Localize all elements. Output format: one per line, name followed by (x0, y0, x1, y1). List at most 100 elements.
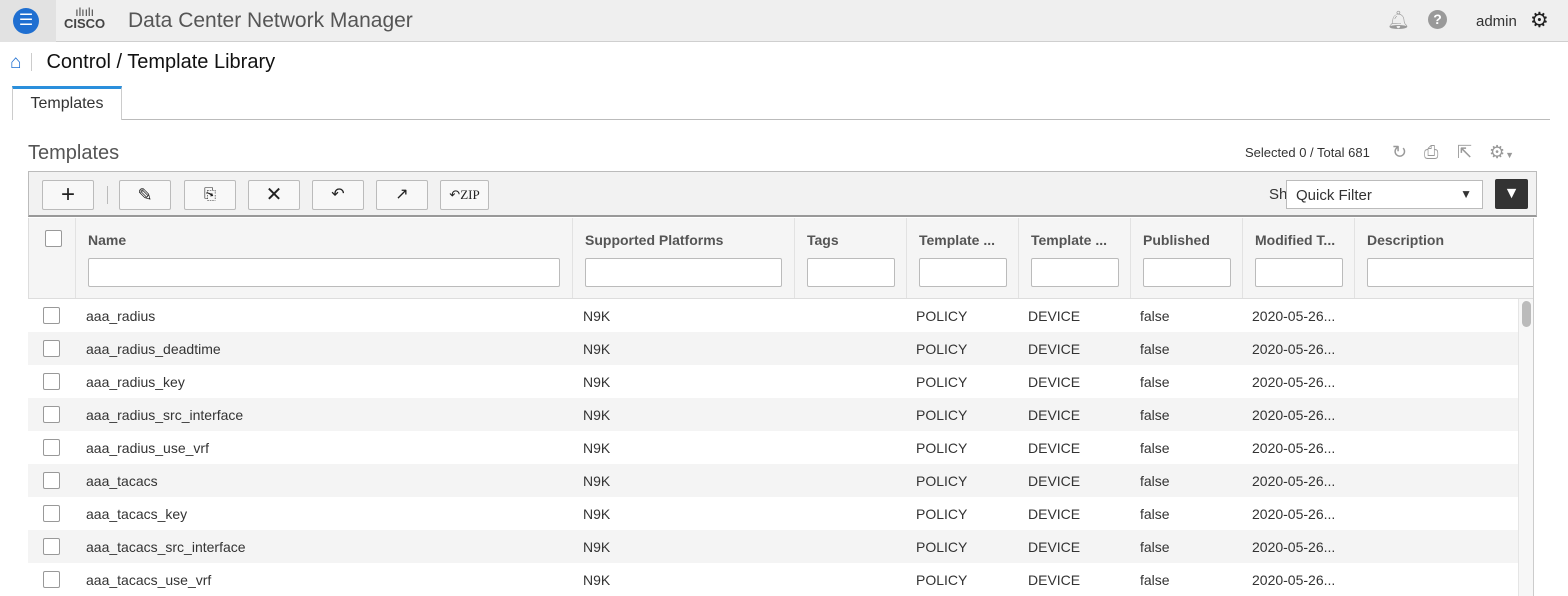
cell-name: aaa_radius_key (86, 374, 185, 390)
row-checkbox[interactable] (43, 340, 60, 357)
table-header: Name Supported Platforms Tags Template .… (28, 218, 1533, 299)
column-published: Published (1131, 218, 1243, 298)
column-template-subtype: Template ... (1019, 218, 1131, 298)
description-filter-input[interactable] (1367, 258, 1534, 287)
edit-button[interactable]: ✎ (119, 180, 171, 210)
cell-platforms: N9K (583, 572, 610, 588)
table-row[interactable]: aaa_tacacs_keyN9KPOLICYDEVICEfalse2020-0… (28, 497, 1518, 530)
cell-template-subtype: DEVICE (1028, 473, 1080, 489)
cell-name: aaa_radius (86, 308, 155, 324)
breadcrumb: ⌂ Control / Template Library (10, 51, 275, 74)
table-row[interactable]: aaa_tacacs_use_vrfN9KPOLICYDEVICEfalse20… (28, 563, 1518, 596)
select-all-checkbox[interactable] (45, 230, 62, 247)
cell-name: aaa_radius_deadtime (86, 341, 221, 357)
table-row[interactable]: aaa_radius_deadtimeN9KPOLICYDEVICEfalse2… (28, 332, 1518, 365)
row-checkbox[interactable] (43, 538, 60, 555)
tags-filter-input[interactable] (807, 258, 895, 287)
table-row[interactable]: aaa_tacacs_src_interfaceN9KPOLICYDEVICEf… (28, 530, 1518, 563)
section-title: Templates (28, 142, 119, 165)
cell-template-type: POLICY (916, 506, 967, 522)
close-icon: ✕ (266, 184, 283, 206)
cisco-logo: ılıılıCISCO (64, 6, 105, 30)
cell-template-subtype: DEVICE (1028, 308, 1080, 324)
cell-published: false (1140, 374, 1170, 390)
delete-button[interactable]: ✕ (248, 180, 300, 210)
row-checkbox[interactable] (43, 307, 60, 324)
breadcrumb-text: Control / Template Library (46, 51, 275, 73)
home-icon[interactable]: ⌂ (10, 52, 21, 73)
bell-icon[interactable]: 🔔︎ (1387, 10, 1410, 31)
cell-name: aaa_tacacs (86, 473, 158, 489)
import-zip-button[interactable]: ↶ZIP (440, 180, 489, 210)
cell-modified: 2020-05-26... (1252, 440, 1335, 456)
row-checkbox[interactable] (43, 505, 60, 522)
cell-published: false (1140, 572, 1170, 588)
column-modified: Modified T... (1243, 218, 1355, 298)
vertical-scrollbar[interactable] (1518, 299, 1533, 596)
cell-template-type: POLICY (916, 473, 967, 489)
cell-template-subtype: DEVICE (1028, 506, 1080, 522)
template-type-filter-input[interactable] (919, 258, 1007, 287)
cell-template-type: POLICY (916, 440, 967, 456)
row-checkbox[interactable] (43, 406, 60, 423)
cell-template-subtype: DEVICE (1028, 341, 1080, 357)
cell-modified: 2020-05-26... (1252, 374, 1335, 390)
cell-name: aaa_tacacs_key (86, 506, 187, 522)
filter-button[interactable]: ▼ (1495, 179, 1528, 209)
cell-name: aaa_radius_src_interface (86, 407, 243, 423)
column-template-type: Template ... (907, 218, 1019, 298)
print-icon[interactable]: ⎙ (1424, 142, 1438, 163)
table-row[interactable]: aaa_radius_src_interfaceN9KPOLICYDEVICEf… (28, 398, 1518, 431)
cell-published: false (1140, 308, 1170, 324)
cell-platforms: N9K (583, 440, 610, 456)
name-filter-input[interactable] (88, 258, 560, 287)
scrollbar-thumb[interactable] (1522, 301, 1531, 327)
gear-icon[interactable]: ⚙ (1530, 8, 1549, 33)
cell-platforms: N9K (583, 374, 610, 390)
show-filter-select[interactable]: Quick Filter▼ (1286, 180, 1483, 209)
export-icon[interactable]: ⇱ (1457, 142, 1472, 163)
template-subtype-filter-input[interactable] (1031, 258, 1119, 287)
row-checkbox[interactable] (43, 571, 60, 588)
table-settings-icon[interactable]: ⚙▼ (1489, 142, 1514, 163)
refresh-icon[interactable]: ↻ (1392, 142, 1407, 163)
hamburger-icon: ☰ (13, 8, 39, 34)
tab-templates[interactable]: Templates (12, 86, 122, 120)
cell-platforms: N9K (583, 308, 610, 324)
cell-platforms: N9K (583, 407, 610, 423)
row-checkbox[interactable] (43, 472, 60, 489)
copy-button[interactable]: ⎘ (184, 180, 236, 210)
cell-name: aaa_radius_use_vrf (86, 440, 209, 456)
column-name: Name (76, 218, 573, 298)
table-row[interactable]: aaa_tacacsN9KPOLICYDEVICEfalse2020-05-26… (28, 464, 1518, 497)
cell-published: false (1140, 407, 1170, 423)
cell-published: false (1140, 506, 1170, 522)
clipboard-icon: ⎘ (204, 186, 216, 203)
cell-name: aaa_tacacs_use_vrf (86, 572, 211, 588)
cell-template-subtype: DEVICE (1028, 539, 1080, 555)
modified-filter-input[interactable] (1255, 258, 1343, 287)
table-row[interactable]: aaa_radius_keyN9KPOLICYDEVICEfalse2020-0… (28, 365, 1518, 398)
export-button[interactable]: ↗ (376, 180, 428, 210)
cell-modified: 2020-05-26... (1252, 341, 1335, 357)
row-checkbox[interactable] (43, 373, 60, 390)
published-filter-input[interactable] (1143, 258, 1231, 287)
import-button[interactable]: ↶ (312, 180, 364, 210)
add-button[interactable]: + (42, 180, 94, 210)
top-header: ☰ ılıılıCISCO Data Center Network Manage… (0, 0, 1568, 42)
menu-button[interactable]: ☰ (0, 0, 56, 42)
column-tags: Tags (795, 218, 907, 298)
row-checkbox[interactable] (43, 439, 60, 456)
user-name[interactable]: admin (1476, 13, 1517, 30)
platforms-filter-input[interactable] (585, 258, 782, 287)
cell-template-type: POLICY (916, 341, 967, 357)
cell-platforms: N9K (583, 473, 610, 489)
table-row[interactable]: aaa_radius_use_vrfN9KPOLICYDEVICEfalse20… (28, 431, 1518, 464)
cell-published: false (1140, 341, 1170, 357)
cell-modified: 2020-05-26... (1252, 572, 1335, 588)
pencil-icon: ✎ (137, 185, 152, 205)
cell-template-subtype: DEVICE (1028, 374, 1080, 390)
help-icon[interactable]: ? (1428, 10, 1447, 29)
export-icon: ↗ (395, 186, 408, 203)
table-row[interactable]: aaa_radiusN9KPOLICYDEVICEfalse2020-05-26… (28, 299, 1518, 332)
